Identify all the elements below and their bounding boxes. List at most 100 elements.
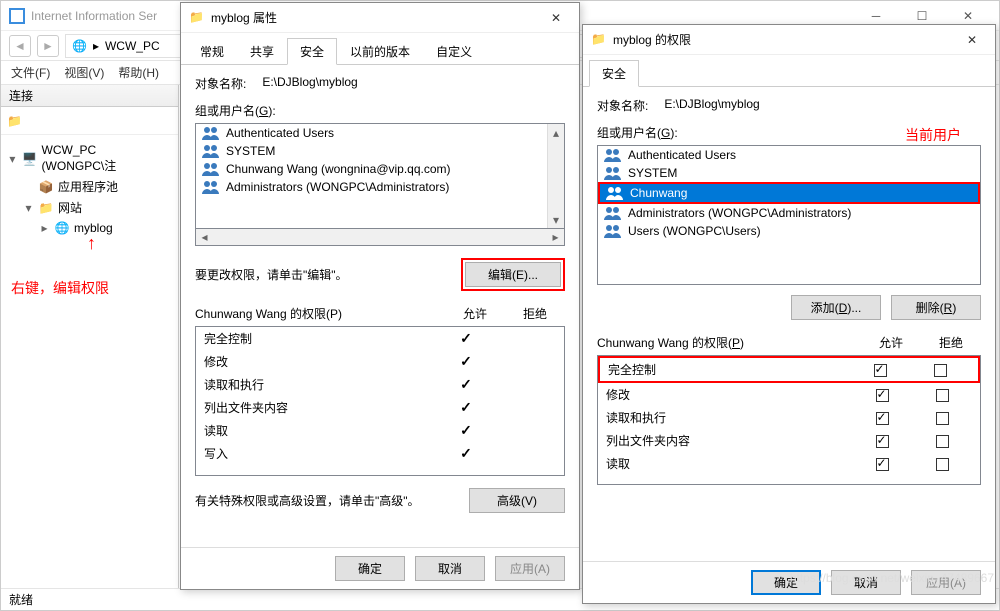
annotation-full-control-box: 完全控制 xyxy=(598,356,980,383)
nav-back[interactable]: ◄ xyxy=(9,35,31,57)
remove-button[interactable]: 删除(R) xyxy=(891,295,981,320)
permission-row: 完全控制 ✓ xyxy=(196,327,564,350)
properties-footer: 确定 取消 应用(A) xyxy=(181,547,579,589)
group-item[interactable]: Chunwang Wang (wongnina@vip.qq.com) xyxy=(196,160,547,178)
ok-button[interactable]: 确定 xyxy=(751,570,821,595)
scroll-left-icon[interactable]: ◂ xyxy=(196,229,213,245)
permissions-close-button[interactable]: ✕ xyxy=(957,33,987,47)
allow-checkbox[interactable] xyxy=(876,389,889,402)
permission-name: 修改 xyxy=(204,353,436,370)
group-item-label: Users (WONGPC\Users) xyxy=(628,224,761,238)
scroll-right-icon[interactable]: ▸ xyxy=(547,229,564,245)
permissions-title-text: myblog 的权限 xyxy=(613,31,691,48)
group-list-vscroll[interactable]: ▴ ▾ xyxy=(547,124,564,228)
group-item[interactable]: SYSTEM xyxy=(598,164,980,182)
permission-row: 修改 xyxy=(598,383,980,406)
permission-row: 修改 ✓ xyxy=(196,350,564,373)
group-item-label: SYSTEM xyxy=(628,166,677,180)
permission-name: 列出文件夹内容 xyxy=(606,432,852,449)
permission-name: 读取和执行 xyxy=(606,409,852,426)
allow-indicator: ✓ xyxy=(436,399,496,416)
refresh-icon[interactable]: 📁 xyxy=(7,114,22,128)
deny-checkbox[interactable] xyxy=(936,412,949,425)
connections-tree: ▾ 🖥️ WCW_PC (WONGPC\注 📦 应用程序池 ▾ 📁 网站 ▸ 🌐 xyxy=(1,135,178,304)
scroll-up-icon[interactable]: ▴ xyxy=(548,124,564,141)
deny-checkbox[interactable] xyxy=(936,458,949,471)
allow-checkbox[interactable] xyxy=(876,435,889,448)
tree-site-label: myblog xyxy=(74,221,113,235)
properties-close-button[interactable]: ✕ xyxy=(541,11,571,25)
status-text: 就绪 xyxy=(9,591,33,608)
advanced-button[interactable]: 高级(V) xyxy=(469,488,565,513)
menu-view[interactable]: 视图(V) xyxy=(64,64,104,81)
allow-indicator: ✓ xyxy=(436,330,496,347)
permission-name: 完全控制 xyxy=(608,361,850,378)
edit-button[interactable]: 编辑(E)... xyxy=(465,262,561,287)
group-item[interactable]: Authenticated Users xyxy=(598,146,980,164)
tab-security[interactable]: 安全 xyxy=(287,38,337,65)
add-button[interactable]: 添加(D)... xyxy=(791,295,881,320)
deny-checkbox[interactable] xyxy=(936,435,949,448)
tab-share[interactable]: 共享 xyxy=(237,38,287,65)
scroll-down-icon[interactable]: ▾ xyxy=(548,211,564,228)
annotation-edit-box: 编辑(E)... xyxy=(461,258,565,291)
permission-name: 修改 xyxy=(606,386,852,403)
menu-file[interactable]: 文件(F) xyxy=(11,64,50,81)
allow-indicator: ✓ xyxy=(436,376,496,393)
allow-indicator: ✓ xyxy=(436,445,496,462)
connections-toolbar: 📁 xyxy=(1,107,178,135)
col-deny: 拒绝 xyxy=(921,334,981,351)
group-item-label: Administrators (WONGPC\Administrators) xyxy=(226,180,449,194)
allow-checkbox[interactable] xyxy=(876,458,889,471)
site-icon: 🌐 xyxy=(54,220,70,236)
permission-name: 列出文件夹内容 xyxy=(204,399,436,416)
globe-icon: 🌐 xyxy=(72,39,87,53)
permissions-tabs: 安全 xyxy=(583,59,995,87)
connections-header: 连接 xyxy=(1,85,178,107)
apply-button[interactable]: 应用(A) xyxy=(495,556,565,581)
perm-label: Chunwang Wang 的权限(P) xyxy=(597,334,861,351)
iis-icon xyxy=(9,8,25,24)
nav-fwd[interactable]: ► xyxy=(37,35,59,57)
ok-button[interactable]: 确定 xyxy=(335,556,405,581)
group-label: 组或用户名(G): xyxy=(597,124,905,141)
folder-icon: 📁 xyxy=(591,32,607,48)
group-item[interactable]: Users (WONGPC\Users) xyxy=(598,222,980,240)
tree-apppool-label: 应用程序池 xyxy=(58,178,118,195)
group-item[interactable]: Administrators (WONGPC\Administrators) xyxy=(196,178,547,196)
apply-button[interactable]: 应用(A) xyxy=(911,570,981,595)
tree-apppool[interactable]: 📦 应用程序池 xyxy=(7,176,172,197)
tab-security[interactable]: 安全 xyxy=(589,60,639,87)
sites-icon: 📁 xyxy=(38,200,54,216)
allow-checkbox[interactable] xyxy=(876,412,889,425)
group-item[interactable]: Chunwang xyxy=(600,184,978,202)
tree-root[interactable]: ▾ 🖥️ WCW_PC (WONGPC\注 xyxy=(7,141,172,176)
group-list-hscroll[interactable]: ◂ ▸ xyxy=(195,229,565,246)
tree-site-myblog[interactable]: ▸ 🌐 myblog xyxy=(7,218,172,238)
permission-name: 读取 xyxy=(606,455,852,472)
object-name-label: 对象名称: xyxy=(597,97,648,114)
group-item[interactable]: SYSTEM xyxy=(196,142,547,160)
group-list[interactable]: Authenticated UsersSYSTEMChunwang Wang (… xyxy=(196,124,547,228)
allow-checkbox[interactable] xyxy=(874,364,887,377)
properties-tabs: 常规 共享 安全 以前的版本 自定义 xyxy=(181,37,579,65)
deny-checkbox[interactable] xyxy=(936,389,949,402)
permissions-dialog: 📁 myblog 的权限 ✕ 安全 对象名称: E:\DJBlog\myblog… xyxy=(582,24,996,604)
tree-sites[interactable]: ▾ 📁 网站 xyxy=(7,197,172,218)
tab-custom[interactable]: 自定义 xyxy=(423,38,485,65)
connections-panel: 连接 📁 ▾ 🖥️ WCW_PC (WONGPC\注 📦 应用程序池 ▾ 📁 xyxy=(1,85,179,588)
tab-general[interactable]: 常规 xyxy=(187,38,237,65)
tab-previous[interactable]: 以前的版本 xyxy=(337,38,423,65)
group-label: 组或用户名(G): xyxy=(195,102,565,119)
cancel-button[interactable]: 取消 xyxy=(831,570,901,595)
group-list[interactable]: Authenticated Users SYSTEM Chunwang Adminis… xyxy=(597,145,981,285)
permission-name: 读取 xyxy=(204,422,436,439)
deny-checkbox[interactable] xyxy=(934,364,947,377)
menu-help[interactable]: 帮助(H) xyxy=(118,64,159,81)
group-item[interactable]: Administrators (WONGPC\Administrators) xyxy=(598,204,980,222)
allow-indicator: ✓ xyxy=(436,353,496,370)
folder-icon: 📁 xyxy=(189,10,205,26)
cancel-button[interactable]: 取消 xyxy=(415,556,485,581)
permissions-list: 完全控制 修改 读取和执行 列出文件夹内容 读取 xyxy=(597,355,981,485)
group-item[interactable]: Authenticated Users xyxy=(196,124,547,142)
